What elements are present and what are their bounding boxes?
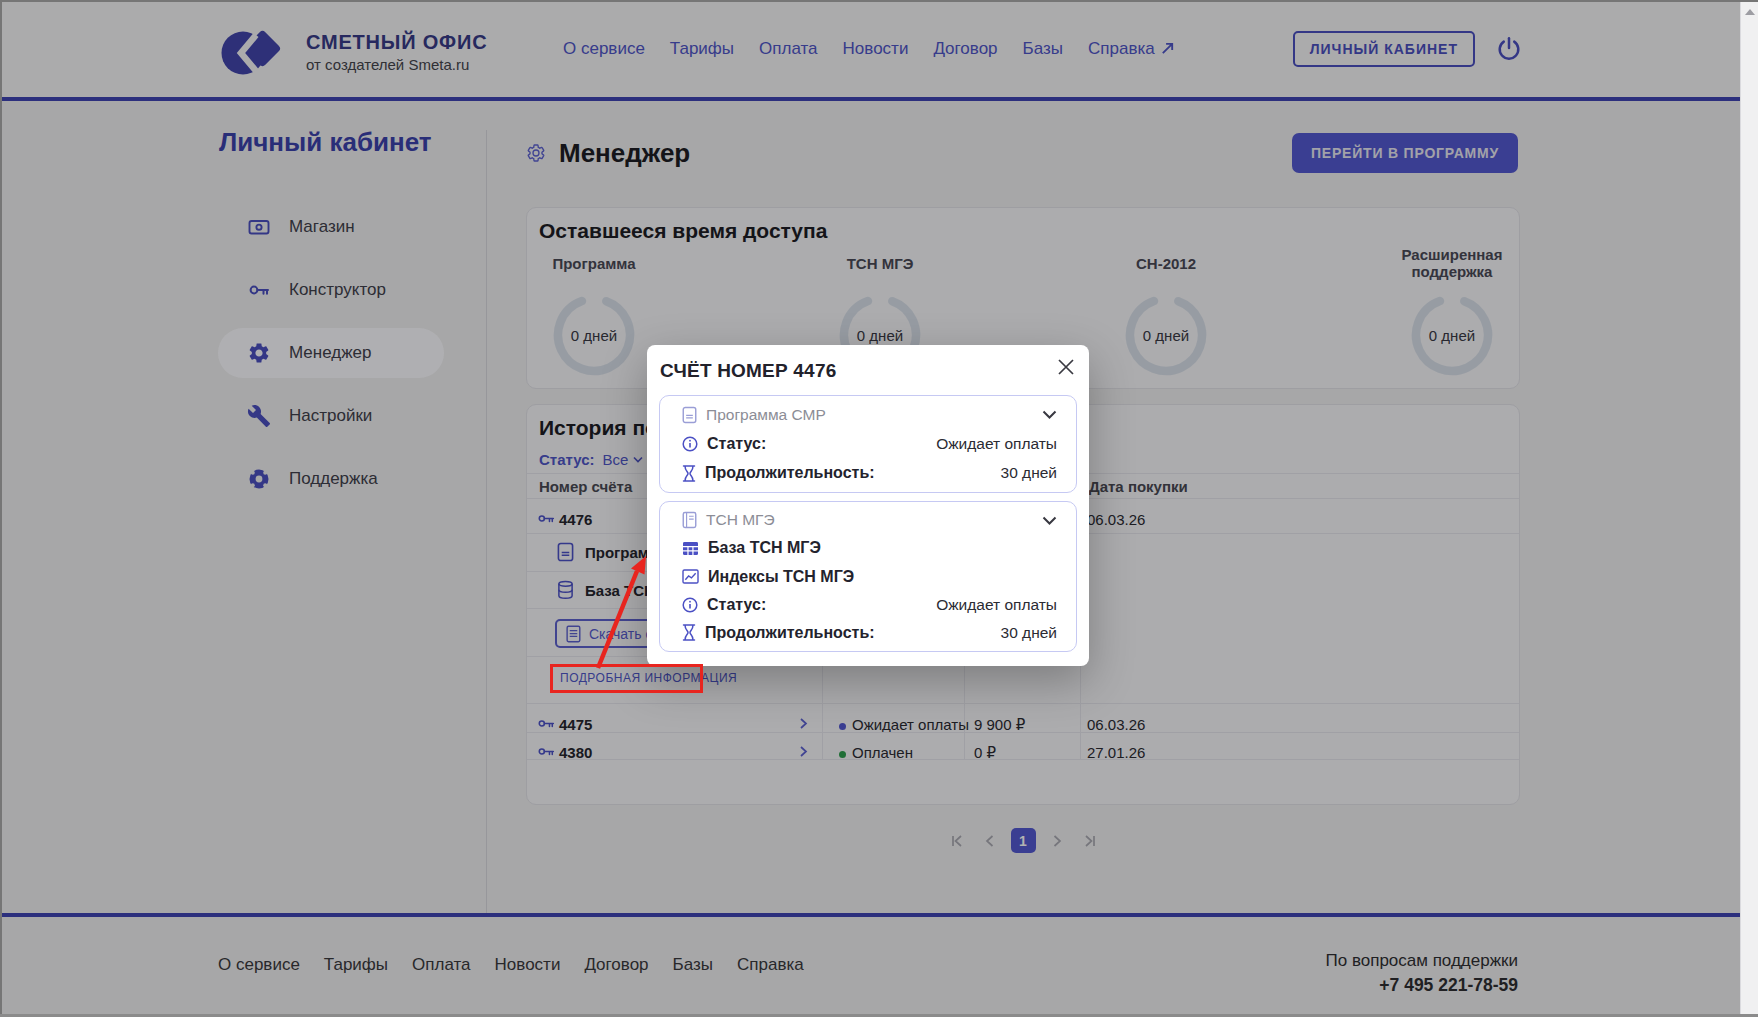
modal-title: СЧЁТ НОМЕР 4476 <box>660 360 836 382</box>
annotation-highlight-box <box>550 664 703 693</box>
section-header[interactable]: Программа СМР <box>682 400 1057 429</box>
hourglass-icon <box>682 465 696 482</box>
table-icon <box>682 541 699 556</box>
duration-row: Продолжительность: 30 дней <box>682 459 1057 488</box>
window-border-top <box>0 0 1758 2</box>
info-icon <box>682 597 698 613</box>
journal-icon <box>682 511 697 529</box>
document-icon <box>682 406 697 424</box>
product-row: База ТСН МГЭ <box>682 534 1057 562</box>
chart-icon <box>682 569 699 584</box>
screen: СМЕТНЫЙ ОФИС от создателей Smeta.ru О се… <box>0 0 1758 1017</box>
status-row: Статус: Ожидает оплаты <box>682 591 1057 619</box>
close-icon[interactable] <box>1057 358 1075 376</box>
status-row: Статус: Ожидает оплаты <box>682 429 1057 458</box>
scroll-up-arrow[interactable] <box>1745 9 1755 15</box>
window-border-left <box>0 0 2 1017</box>
invoice-modal: СЧЁТ НОМЕР 4476 Программа СМР Статус: Ож… <box>647 345 1089 666</box>
info-icon <box>682 436 698 452</box>
duration-row: Продолжительность: 30 дней <box>682 619 1057 647</box>
chevron-down-icon <box>1042 410 1057 419</box>
chevron-down-icon <box>1042 516 1057 525</box>
product-row: Индексы ТСН МГЭ <box>682 562 1057 590</box>
hourglass-icon <box>682 624 696 641</box>
modal-section-program: Программа СМР Статус: Ожидает оплаты Про… <box>659 395 1077 493</box>
scrollbar[interactable] <box>1740 2 1758 1017</box>
modal-section-tsn: ТСН МГЭ База ТСН МГЭ Индексы ТСН МГЭ <box>659 501 1077 652</box>
section-header[interactable]: ТСН МГЭ <box>682 506 1057 534</box>
